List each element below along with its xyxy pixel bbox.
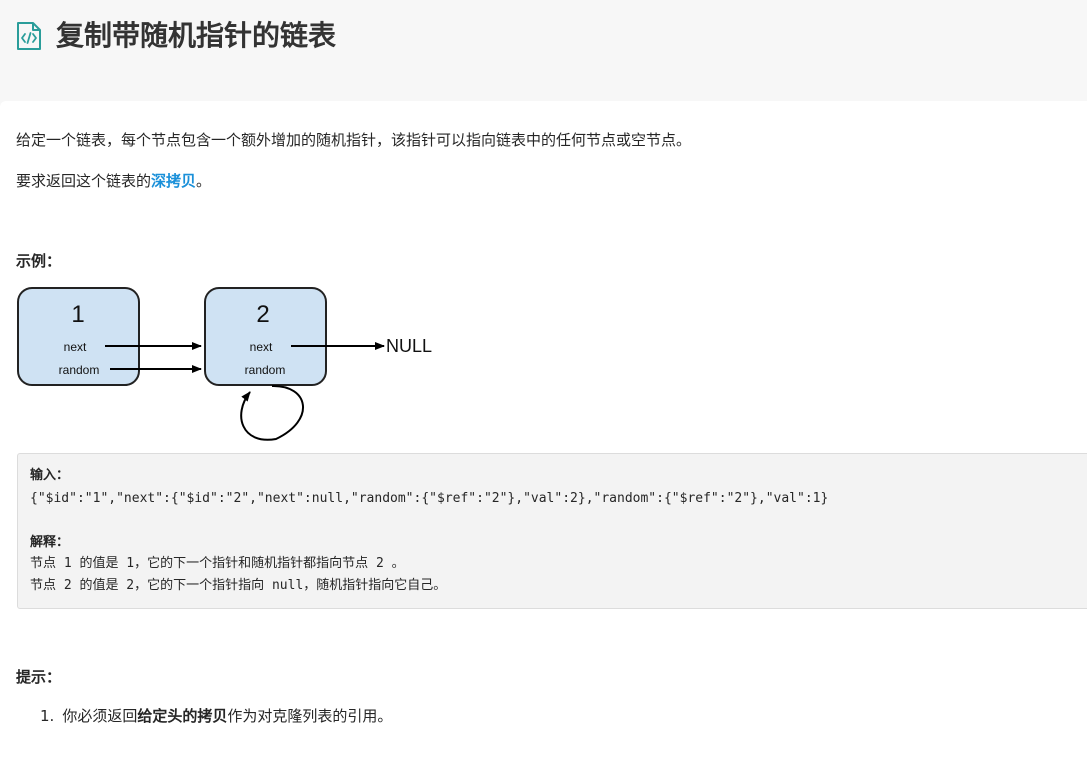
example-code-block: 输入： {"$id":"1","next":{"$id":"2","next":… [17, 453, 1087, 609]
hint-item: 1. 你必须返回给定头的拷贝作为对克隆列表的引用。 [40, 705, 392, 727]
explanation-label: 解释： [30, 535, 70, 550]
hints-heading: 提示： [16, 668, 62, 686]
problem-header: 复制带随机指针的链表 [0, 0, 1087, 100]
hint-bold-text: 给定头的拷贝 [137, 707, 228, 725]
node-2-random-label: random [245, 363, 286, 377]
node-1-next-label: next [64, 340, 87, 354]
description-prefix: 要求返回这个链表的 [16, 172, 152, 190]
description-line: 给定一个链表，每个节点包含一个额外增加的随机指针，该指针可以指向链表中的任何节点… [16, 131, 692, 149]
linked-list-diagram: 1 next random 2 next random NULL [17, 287, 432, 441]
input-label: 输入： [30, 468, 70, 483]
node-1-value: 1 [71, 301, 84, 328]
node-2-random-self-arrow [240, 384, 305, 441]
hints-list: 1. 你必须返回给定头的拷贝作为对克隆列表的引用。 [40, 705, 392, 727]
hint-prefix: 你必须返回 [62, 707, 138, 725]
hint-number: 1. [40, 707, 55, 725]
input-value: {"$id":"1","next":{"$id":"2","next":null… [30, 491, 829, 506]
node-1-random-label: random [59, 363, 100, 377]
node-2-value: 2 [256, 301, 269, 328]
description-suffix: 。 [196, 172, 212, 190]
example-heading: 示例： [16, 252, 62, 270]
page-title: 复制带随机指针的链表 [56, 19, 337, 52]
explanation-line-1: 节点 1 的值是 1，它的下一个指针和随机指针都指向节点 2 。 [30, 556, 405, 571]
explanation-line-2: 节点 2 的值是 2，它的下一个指针指向 null，随机指针指向它自己。 [30, 578, 447, 593]
node-2: 2 next random [204, 287, 327, 386]
deep-copy-link[interactable]: 深拷贝 [151, 172, 196, 190]
node-2-next-label: next [250, 340, 273, 354]
problem-content: 给定一个链表，每个节点包含一个额外增加的随机指针，该指针可以指向链表中的任何节点… [0, 101, 1087, 761]
null-label: NULL [386, 336, 432, 356]
description-deep-copy-line: 要求返回这个链表的深拷贝。 [16, 170, 211, 192]
hint-suffix: 作为对克隆列表的引用。 [227, 707, 393, 725]
code-document-icon [17, 22, 41, 50]
node-1: 1 next random [17, 287, 140, 386]
